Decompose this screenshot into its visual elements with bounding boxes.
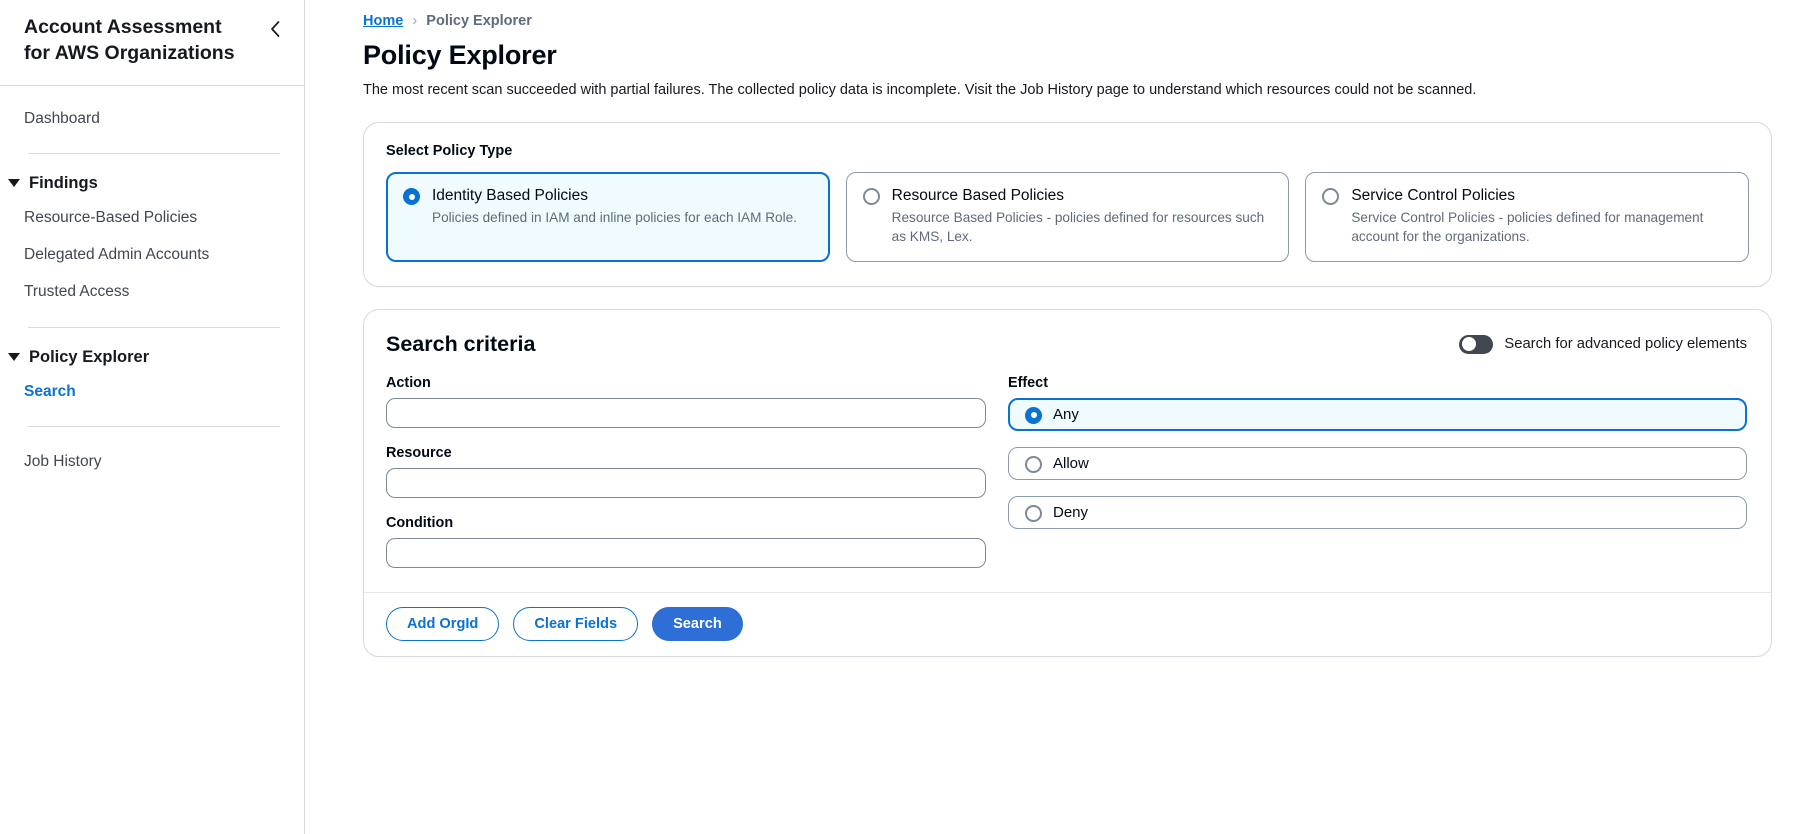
sidebar-item-trusted-access[interactable]: Trusted Access bbox=[0, 273, 304, 310]
policy-type-option-identity-based[interactable]: Identity Based Policies Policies defined… bbox=[386, 172, 830, 262]
sidebar-item-search[interactable]: Search bbox=[0, 373, 304, 410]
sidebar-group-policy-explorer-items: Search bbox=[0, 373, 304, 410]
sidebar-group-policy-explorer[interactable]: Policy Explorer bbox=[0, 344, 304, 373]
sidebar-group-findings-items: Resource-Based Policies Delegated Admin … bbox=[0, 199, 304, 311]
policy-type-option-text: Resource Based Policies Resource Based P… bbox=[892, 186, 1273, 246]
resource-label: Resource bbox=[386, 444, 452, 461]
radio-icon[interactable] bbox=[1025, 406, 1042, 424]
sidebar-item-resource-based-policies[interactable]: Resource-Based Policies bbox=[0, 199, 304, 236]
effect-option-allow[interactable]: Allow bbox=[1008, 446, 1747, 480]
nav-top-spacer: Dashboard bbox=[0, 86, 304, 137]
search-criteria-panel: Search criteria Search for advanced poli… bbox=[363, 308, 1772, 658]
advanced-toggle-label: Search for advanced policy elements bbox=[1504, 336, 1747, 353]
sidebar-header: Account Assessment for AWS Organizations bbox=[0, 0, 304, 86]
effect-option-deny[interactable]: Deny bbox=[1008, 495, 1747, 529]
breadcrumb: Home › Policy Explorer bbox=[363, 12, 1772, 29]
action-input[interactable] bbox=[386, 397, 986, 428]
field-action: Action bbox=[386, 375, 986, 428]
sidebar-group-title: Findings bbox=[29, 173, 98, 192]
policy-type-option-title: Identity Based Policies bbox=[432, 187, 588, 205]
nav-divider-3 bbox=[28, 425, 280, 427]
sidebar-item-delegated-admin-accounts[interactable]: Delegated Admin Accounts bbox=[0, 236, 304, 273]
sidebar-group-title: Policy Explorer bbox=[29, 347, 150, 366]
page-title: Policy Explorer bbox=[363, 40, 557, 70]
search-fields-column: Action Resource Condition bbox=[386, 375, 986, 568]
breadcrumb-current: Policy Explorer bbox=[426, 12, 532, 29]
main-content: Home › Policy Explorer Policy Explorer T… bbox=[305, 0, 1802, 834]
sidebar-item-job-history[interactable]: Job History bbox=[0, 443, 304, 480]
policy-type-option-description: Service Control Policies - policies defi… bbox=[1351, 210, 1704, 244]
nav-divider-1 bbox=[28, 152, 280, 154]
policy-type-option-title: Service Control Policies bbox=[1351, 187, 1516, 205]
condition-label: Condition bbox=[386, 514, 454, 531]
chevron-left-icon[interactable] bbox=[264, 18, 286, 40]
caret-down-icon bbox=[8, 353, 20, 362]
action-label: Action bbox=[386, 374, 431, 391]
search-button[interactable]: Search bbox=[652, 606, 743, 642]
radio-icon[interactable] bbox=[403, 188, 420, 206]
policy-type-option-description: Resource Based Policies - policies defin… bbox=[891, 210, 1265, 244]
sidebar-nav: Dashboard Findings Resource-Based Polici… bbox=[0, 86, 304, 481]
effect-option-any[interactable]: Any bbox=[1008, 397, 1747, 431]
sidebar-group-findings[interactable]: Findings bbox=[0, 170, 304, 199]
policy-type-option-service-control[interactable]: Service Control Policies Service Control… bbox=[1305, 172, 1750, 262]
effect-option-label: Allow bbox=[1053, 454, 1089, 472]
field-condition: Condition bbox=[386, 515, 986, 568]
search-criteria-title: Search criteria bbox=[386, 331, 536, 356]
chevron-right-icon: › bbox=[412, 12, 418, 29]
policy-type-panel: Select Policy Type Identity Based Polici… bbox=[363, 122, 1772, 287]
search-criteria-footer: Add OrgId Clear Fields Search bbox=[364, 591, 1771, 656]
breadcrumb-home[interactable]: Home bbox=[363, 13, 403, 29]
radio-icon[interactable] bbox=[1025, 455, 1042, 473]
effect-column: Effect Any Allow Deny bbox=[1008, 375, 1747, 568]
page-description: The most recent scan succeeded with part… bbox=[363, 82, 1477, 98]
radio-icon[interactable] bbox=[1322, 188, 1340, 206]
app-root: Account Assessment for AWS Organizations… bbox=[0, 0, 1802, 834]
add-orgid-button[interactable]: Add OrgId bbox=[386, 606, 500, 642]
effect-option-label: Deny bbox=[1053, 503, 1089, 521]
policy-type-options: Identity Based Policies Policies defined… bbox=[386, 172, 1750, 262]
policy-type-option-resource-based[interactable]: Resource Based Policies Resource Based P… bbox=[845, 172, 1290, 262]
policy-type-option-description: Policies defined in IAM and inline polic… bbox=[432, 210, 797, 226]
search-criteria-header: Search criteria Search for advanced poli… bbox=[364, 310, 1771, 363]
policy-type-option-text: Identity Based Policies Policies defined… bbox=[432, 186, 797, 227]
radio-icon[interactable] bbox=[862, 188, 880, 206]
policy-type-label: Select Policy Type bbox=[386, 143, 513, 160]
radio-icon[interactable] bbox=[1025, 504, 1042, 522]
field-resource: Resource bbox=[386, 445, 986, 498]
resource-input[interactable] bbox=[386, 467, 986, 498]
advanced-policy-elements-toggle[interactable]: Search for advanced policy elements bbox=[1459, 334, 1747, 354]
policy-type-option-text: Service Control Policies Service Control… bbox=[1351, 186, 1732, 246]
clear-fields-button[interactable]: Clear Fields bbox=[513, 606, 639, 642]
policy-type-option-title: Resource Based Policies bbox=[891, 187, 1064, 205]
caret-down-icon bbox=[8, 179, 20, 188]
nav-divider-2 bbox=[28, 326, 280, 328]
effect-label: Effect bbox=[1008, 374, 1048, 391]
condition-input[interactable] bbox=[386, 537, 986, 568]
sidebar: Account Assessment for AWS Organizations… bbox=[0, 0, 305, 834]
effect-option-label: Any bbox=[1053, 405, 1079, 423]
sidebar-title: Account Assessment for AWS Organizations bbox=[24, 16, 235, 65]
toggle-switch-icon[interactable] bbox=[1459, 334, 1494, 354]
search-criteria-body: Action Resource Condition Effect Any All… bbox=[364, 363, 1771, 592]
sidebar-item-dashboard[interactable]: Dashboard bbox=[0, 100, 304, 137]
